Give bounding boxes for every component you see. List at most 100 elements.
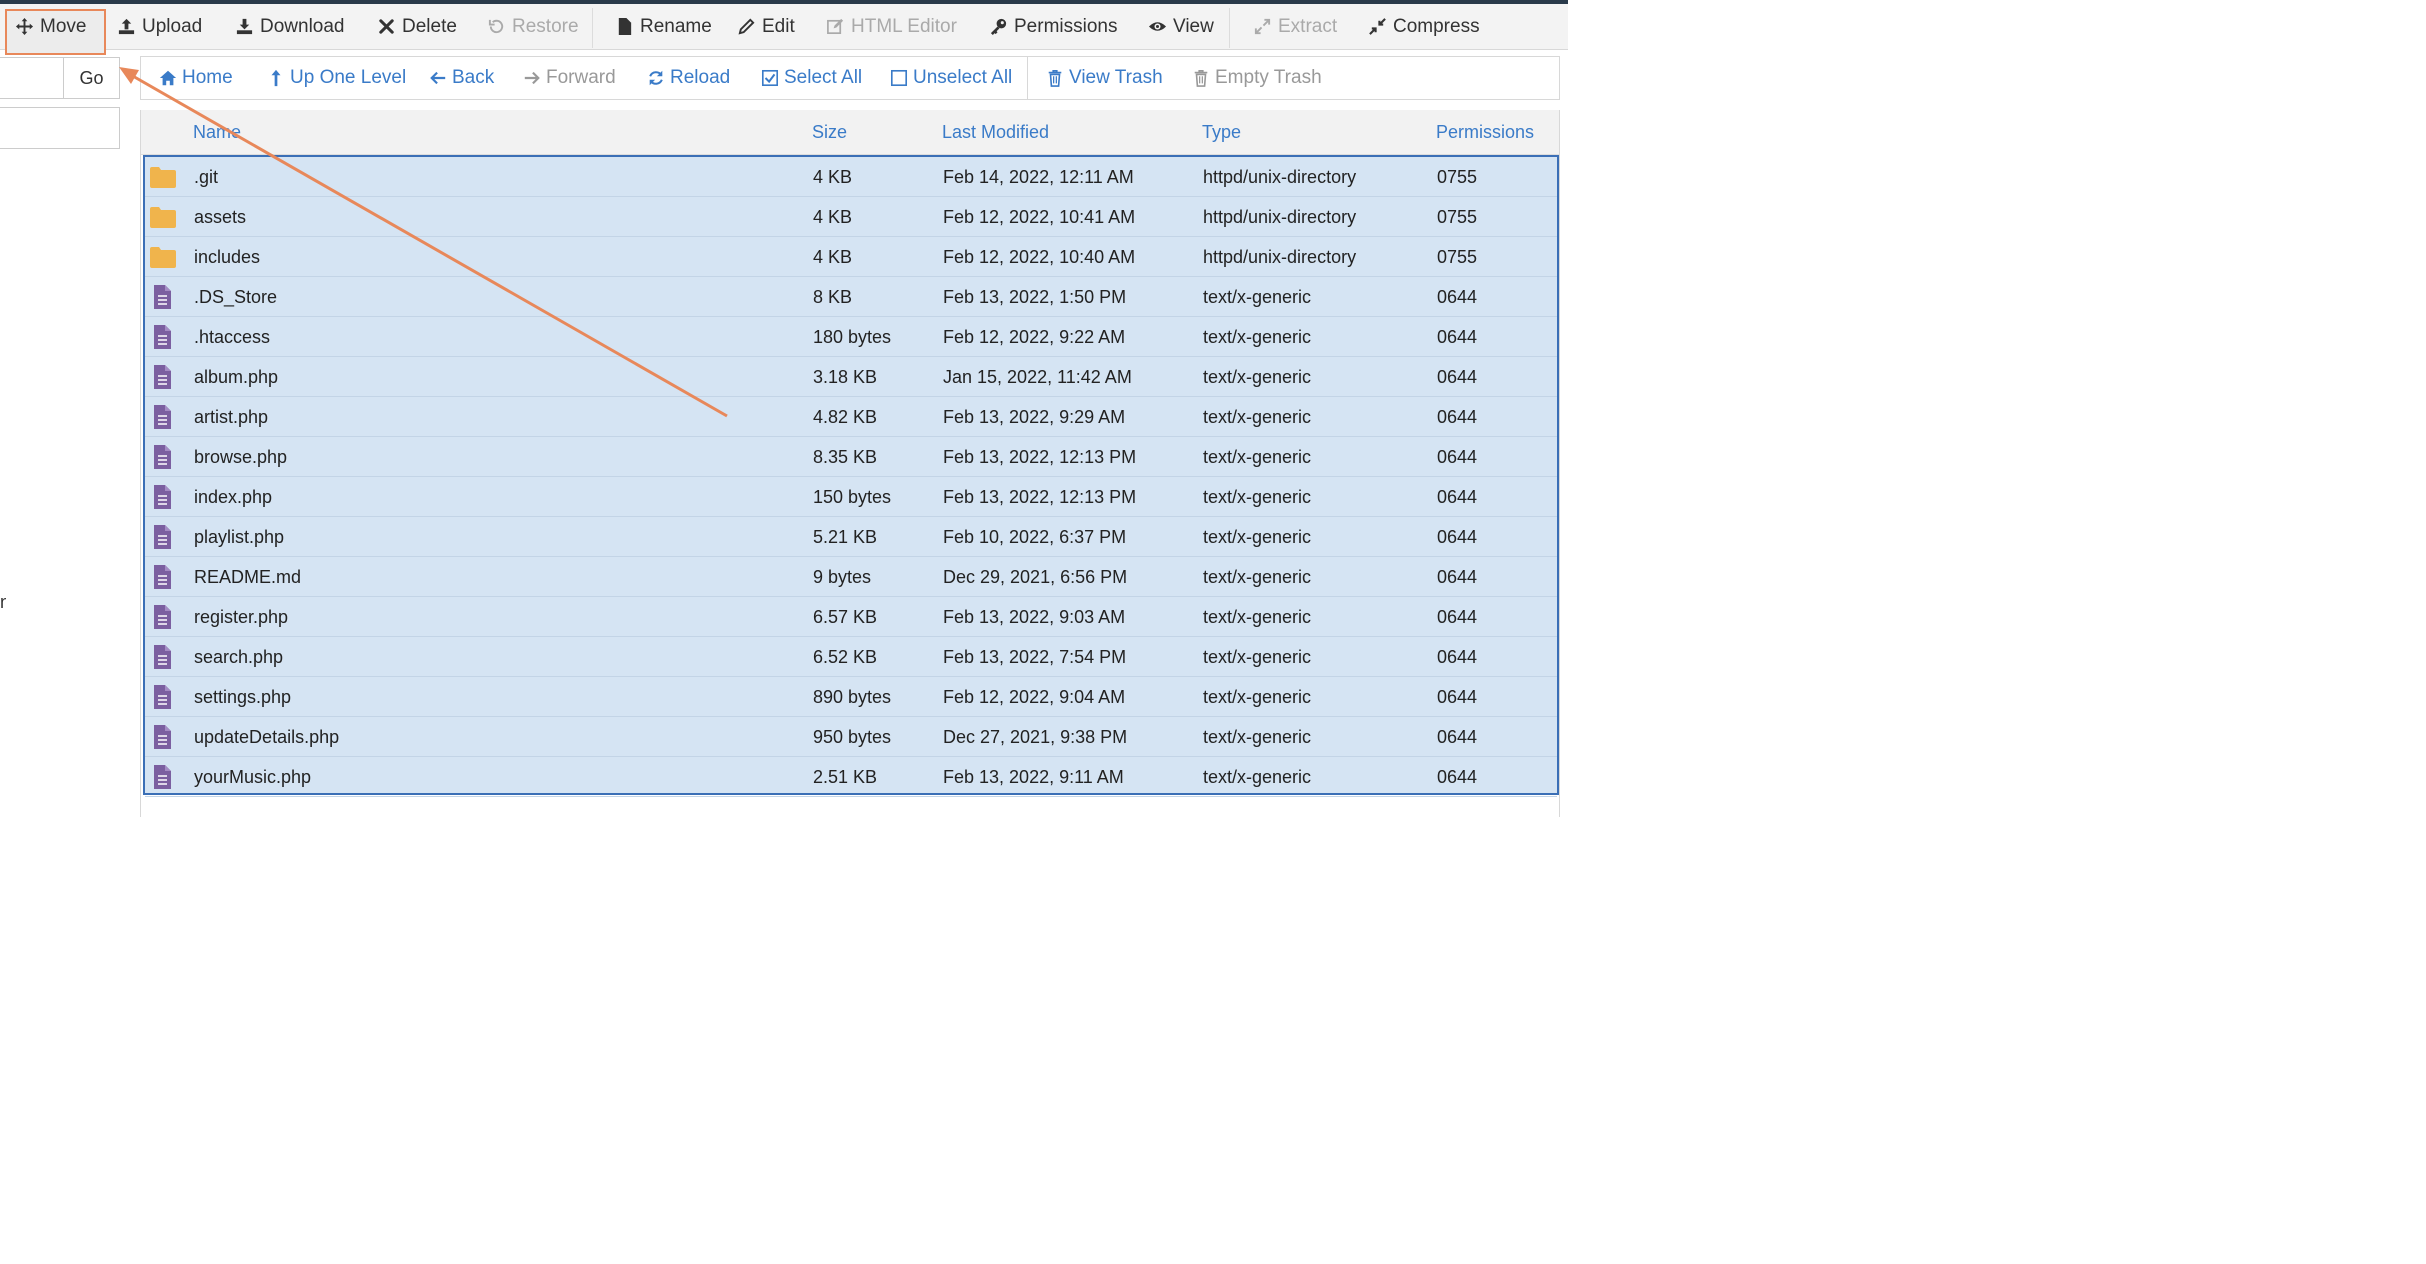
file-icon bbox=[149, 565, 177, 589]
file-icon bbox=[149, 645, 177, 669]
file-size: 8 KB bbox=[813, 287, 853, 307]
forward-label: Forward bbox=[546, 67, 616, 88]
view-trash-button[interactable]: View Trash bbox=[1046, 57, 1163, 99]
file-size: 4 KB bbox=[813, 207, 853, 227]
file-permissions: 0644 bbox=[1437, 487, 1478, 507]
table-row[interactable]: register.php 6.57 KB Feb 13, 2022, 9:03 AM… bbox=[145, 597, 1557, 637]
eye-icon bbox=[1148, 22, 1167, 31]
file-size: 8.35 KB bbox=[813, 447, 878, 467]
select-all-button[interactable]: Select All bbox=[761, 57, 862, 99]
unselect-all-label: Unselect All bbox=[913, 67, 1013, 88]
go-button[interactable]: Go bbox=[63, 57, 120, 99]
file-type: text/x-generic bbox=[1203, 487, 1312, 507]
file-rows-selection: .git 4 KB Feb 14, 2022, 12:11 AM httpd/unix… bbox=[143, 155, 1559, 797]
permissions-button[interactable]: Permissions bbox=[989, 4, 1117, 49]
file-last-modified: Feb 13, 2022, 12:13 PM bbox=[943, 487, 1137, 507]
file-type: text/x-generic bbox=[1203, 407, 1312, 427]
column-header-last-modified[interactable]: Last Modified bbox=[942, 110, 1049, 154]
table-row[interactable]: updateDetails.php 950 bytes Dec 27, 2021, … bbox=[145, 717, 1557, 757]
upload-button[interactable]: Upload bbox=[117, 4, 202, 49]
download-button[interactable]: Download bbox=[235, 4, 345, 49]
back-button[interactable]: Back bbox=[429, 57, 494, 99]
file-type: httpd/unix-directory bbox=[1203, 207, 1357, 227]
table-row[interactable]: playlist.php 5.21 KB Feb 10, 2022, 6:37 PM… bbox=[145, 517, 1557, 557]
file-name: browse.php bbox=[194, 447, 288, 467]
table-row[interactable]: artist.php 4.82 KB Feb 13, 2022, 9:29 AM te… bbox=[145, 397, 1557, 437]
directory-tree-box[interactable] bbox=[0, 107, 120, 149]
table-row[interactable]: yourMusic.php 2.51 KB Feb 13, 2022, 9:11 A… bbox=[145, 757, 1557, 797]
file-icon bbox=[149, 405, 177, 429]
refresh-icon bbox=[649, 70, 663, 86]
file-permissions: 0644 bbox=[1437, 287, 1478, 307]
file-type: text/x-generic bbox=[1203, 687, 1312, 707]
restore-icon bbox=[488, 19, 504, 34]
file-type: text/x-generic bbox=[1203, 367, 1312, 387]
file-last-modified: Feb 13, 2022, 9:03 AM bbox=[943, 607, 1126, 627]
restore-button[interactable]: Restore bbox=[487, 4, 579, 49]
rename-label: Rename bbox=[640, 15, 712, 37]
file-size: 4.82 KB bbox=[813, 407, 878, 427]
file-type: httpd/unix-directory bbox=[1203, 247, 1357, 267]
file-last-modified: Feb 13, 2022, 1:50 PM bbox=[943, 287, 1127, 307]
table-row[interactable]: album.php 3.18 KB Jan 15, 2022, 11:42 AM te… bbox=[145, 357, 1557, 397]
table-row[interactable]: includes 4 KB Feb 12, 2022, 10:40 AM httpd/… bbox=[145, 237, 1557, 277]
checkbox-checked-icon bbox=[761, 69, 779, 87]
column-header-type[interactable]: Type bbox=[1202, 110, 1241, 154]
table-row[interactable]: .htaccess 180 bytes Feb 12, 2022, 9:22 AM t… bbox=[145, 317, 1557, 357]
unselect-all-button[interactable]: Unselect All bbox=[890, 57, 1012, 99]
column-header-permissions[interactable]: Permissions bbox=[1436, 110, 1534, 154]
file-last-modified: Feb 13, 2022, 9:11 AM bbox=[943, 767, 1124, 787]
compress-label: Compress bbox=[1393, 15, 1480, 37]
table-row[interactable]: README.md 9 bytes Dec 29, 2021, 6:56 PM tex… bbox=[145, 557, 1557, 597]
move-icon bbox=[15, 17, 34, 36]
download-icon bbox=[236, 18, 253, 35]
home-button[interactable]: Home bbox=[159, 57, 233, 99]
expand-icon bbox=[1254, 18, 1271, 35]
rename-button[interactable]: Rename bbox=[615, 4, 712, 49]
file-last-modified: Feb 10, 2022, 6:37 PM bbox=[943, 527, 1127, 547]
table-row[interactable]: .git 4 KB Feb 14, 2022, 12:11 AM httpd/unix… bbox=[145, 157, 1557, 197]
file-last-modified: Feb 14, 2022, 12:11 AM bbox=[943, 167, 1134, 187]
reload-button[interactable]: Reload bbox=[647, 57, 730, 99]
delete-button[interactable]: Delete bbox=[377, 4, 457, 49]
file-name: includes bbox=[194, 247, 261, 267]
file-last-modified: Feb 13, 2022, 12:13 PM bbox=[943, 447, 1137, 467]
file-size: 9 bytes bbox=[813, 567, 872, 587]
forward-button[interactable]: Forward bbox=[523, 57, 616, 99]
trash-icon bbox=[1048, 69, 1062, 87]
file-last-modified: Feb 13, 2022, 7:54 PM bbox=[943, 647, 1127, 667]
column-header-name[interactable]: Name bbox=[193, 110, 241, 154]
edit-button[interactable]: Edit bbox=[737, 4, 795, 49]
move-label: Move bbox=[40, 15, 87, 37]
table-row[interactable]: index.php 150 bytes Feb 13, 2022, 12:13 PM… bbox=[145, 477, 1557, 517]
path-input[interactable] bbox=[0, 57, 64, 99]
compress-button[interactable]: Compress bbox=[1368, 4, 1480, 49]
home-icon bbox=[159, 70, 177, 86]
view-button[interactable]: View bbox=[1148, 4, 1214, 49]
view-label: View bbox=[1173, 15, 1214, 37]
table-row[interactable]: assets 4 KB Feb 12, 2022, 10:41 AM httpd/un… bbox=[145, 197, 1557, 237]
file-size: 890 bytes bbox=[813, 687, 892, 707]
file-size: 4 KB bbox=[813, 167, 853, 187]
close-icon bbox=[379, 19, 394, 34]
up-one-level-button[interactable]: Up One Level bbox=[267, 57, 406, 99]
html-editor-button[interactable]: HTML Editor bbox=[826, 4, 957, 49]
file-name: register.php bbox=[194, 607, 289, 627]
file-icon bbox=[149, 445, 177, 469]
file-permissions: 0644 bbox=[1437, 367, 1478, 387]
extract-button[interactable]: Extract bbox=[1253, 4, 1337, 49]
table-row[interactable]: browse.php 8.35 KB Feb 13, 2022, 12:13 PM t… bbox=[145, 437, 1557, 477]
file-permissions: 0755 bbox=[1437, 247, 1478, 267]
nav-divider bbox=[1027, 57, 1028, 99]
table-row[interactable]: .DS_Store 8 KB Feb 13, 2022, 1:50 PM text/x… bbox=[145, 277, 1557, 317]
column-header-size[interactable]: Size bbox=[812, 110, 847, 154]
file-last-modified: Feb 13, 2022, 9:29 AM bbox=[943, 407, 1126, 427]
folder-icon bbox=[149, 165, 177, 189]
view-trash-label: View Trash bbox=[1069, 67, 1163, 88]
table-row[interactable]: search.php 6.52 KB Feb 13, 2022, 7:54 PM te… bbox=[145, 637, 1557, 677]
table-row[interactable]: settings.php 890 bytes Feb 12, 2022, 9:04 … bbox=[145, 677, 1557, 717]
file-last-modified: Feb 12, 2022, 9:22 AM bbox=[943, 327, 1126, 347]
empty-trash-button[interactable]: Empty Trash bbox=[1192, 57, 1322, 99]
move-button[interactable]: Move bbox=[15, 4, 86, 49]
main-toolbar: Move Upload Download Delete Restore Rena… bbox=[0, 4, 1568, 55]
